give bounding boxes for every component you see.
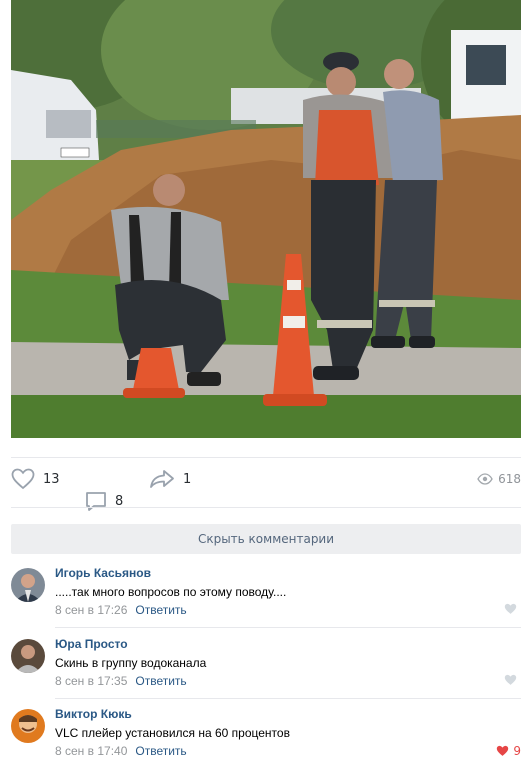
comment-text: Скинь в группу водоканала xyxy=(55,656,207,670)
comment-author[interactable]: Юра Просто xyxy=(55,637,128,651)
post-actions-bar: 13 8 1 618 xyxy=(11,460,521,511)
comment-like-button[interactable] xyxy=(504,603,521,615)
comment-author[interactable]: Виктор Кюкь xyxy=(55,707,132,721)
like-button[interactable]: 13 xyxy=(11,468,60,490)
reply-button[interactable]: Ответить xyxy=(135,674,186,688)
reply-button[interactable]: Ответить xyxy=(135,744,186,758)
views-counter: 618 xyxy=(477,472,521,486)
comment-date[interactable]: 8 сен в 17:26 xyxy=(55,603,127,617)
avatar[interactable] xyxy=(11,709,45,743)
comment-divider xyxy=(55,698,521,699)
post-photo-image xyxy=(11,0,521,438)
comment-like-count: 9 xyxy=(513,744,521,758)
share-icon xyxy=(150,470,174,488)
post-photo[interactable] xyxy=(11,0,521,438)
heart-icon xyxy=(504,603,517,614)
like-count: 13 xyxy=(43,471,60,487)
heart-icon xyxy=(11,468,35,490)
comment-text: VLC плейер установился на 60 процентов xyxy=(55,726,290,740)
eye-icon xyxy=(477,473,493,485)
hide-comments-button[interactable]: Скрыть комментарии xyxy=(11,524,521,554)
heart-icon xyxy=(504,674,517,685)
comment-item: Виктор Кюкь VLC плейер установился на 60… xyxy=(11,705,521,769)
divider-bottom xyxy=(11,507,521,508)
divider-top xyxy=(11,457,521,458)
comment-meta: 8 сен в 17:35 Ответить xyxy=(55,674,187,688)
comment-icon xyxy=(86,492,106,511)
comment-meta: 8 сен в 17:40 Ответить xyxy=(55,744,187,758)
comment-text: .....так много вопросов по этому поводу.… xyxy=(55,585,287,599)
comment-date[interactable]: 8 сен в 17:35 xyxy=(55,674,127,688)
share-count: 1 xyxy=(183,471,192,487)
comment-author[interactable]: Игорь Касьянов xyxy=(55,566,151,580)
share-button[interactable]: 1 xyxy=(149,468,191,490)
avatar[interactable] xyxy=(11,568,45,602)
comment-meta: 8 сен в 17:26 Ответить xyxy=(55,603,187,617)
reply-button[interactable]: Ответить xyxy=(135,603,186,617)
comment-item: Юра Просто Скинь в группу водоканала 8 с… xyxy=(11,635,521,701)
comment-like-button[interactable] xyxy=(504,674,521,686)
views-count: 618 xyxy=(498,472,521,486)
comment-item: Игорь Касьянов .....так много вопросов п… xyxy=(11,564,521,630)
comment-divider xyxy=(55,627,521,628)
heart-icon xyxy=(497,745,509,756)
comment-like-button[interactable]: 9 xyxy=(496,744,521,758)
comment-date[interactable]: 8 сен в 17:40 xyxy=(55,744,127,758)
avatar[interactable] xyxy=(11,639,45,673)
